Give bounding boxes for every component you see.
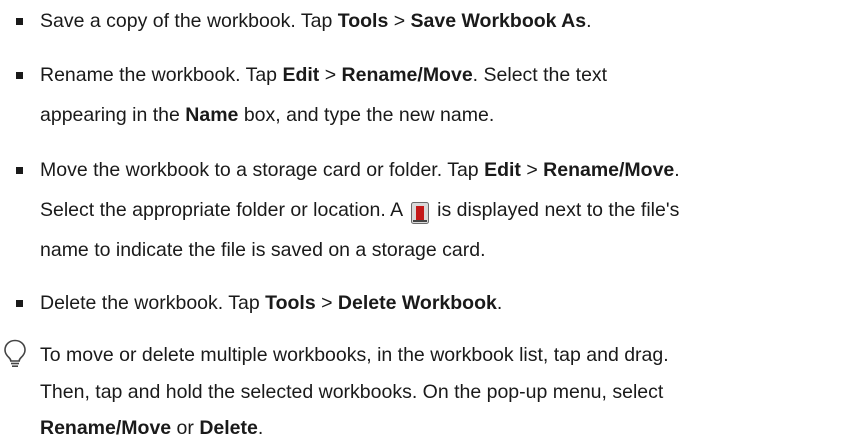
field-name-label: Name: [185, 104, 239, 126]
lightbulb-tip-icon: [3, 339, 27, 369]
text-line: Then, tap and hold the selected workbook…: [40, 374, 855, 411]
text-run: .: [496, 292, 503, 314]
bullet-marker: [16, 18, 23, 25]
text-run: >: [319, 64, 342, 86]
text-run: Then, tap and hold the selected workbook…: [40, 380, 664, 403]
storage-card-icon: [411, 198, 430, 224]
bullet-marker: [16, 72, 23, 79]
text-run: >: [315, 292, 338, 314]
text-run: box, and type the new name.: [238, 104, 495, 126]
command-rename-move: Rename/Move: [40, 417, 172, 439]
menu-name-edit: Edit: [484, 159, 521, 181]
text-run: or: [171, 417, 200, 439]
text-run: To move or delete multiple workbooks, in…: [40, 344, 669, 366]
bullet-item-save-copy: Save a copy of the workbook. Tap Tools >…: [16, 1, 855, 41]
bullet-marker: [16, 300, 23, 307]
bullet-marker: [16, 167, 23, 174]
bullet-item-rename: Rename the workbook. Tap Edit > Rename/M…: [16, 55, 855, 135]
text-line: Rename/Move or Delete.: [40, 410, 855, 447]
text-run: >: [388, 10, 411, 32]
text-line: name to indicate the file is saved on a …: [40, 230, 855, 270]
text-run: .: [674, 159, 680, 181]
command-delete: Delete: [199, 417, 258, 439]
text-run: .: [257, 417, 264, 439]
command-rename-move: Rename/Move: [543, 159, 675, 181]
text-line: appearing in the Name box, and type the …: [40, 95, 855, 135]
menu-name-tools: Tools: [337, 10, 389, 32]
text-run: Delete the workbook. Tap: [40, 292, 266, 314]
text-line: Rename the workbook. Tap Edit > Rename/M…: [40, 55, 855, 95]
text-line: Select the appropriate folder or locatio…: [40, 190, 855, 230]
document-page: Save a copy of the workbook. Tap Tools >…: [0, 0, 861, 447]
command-delete-workbook: Delete Workbook: [337, 292, 497, 314]
bullet-item-move: Move the workbook to a storage card or f…: [16, 150, 855, 270]
text-run: . Select the text: [472, 64, 608, 86]
text-run: name to indicate the file is saved on a …: [40, 239, 486, 261]
tip-note: To move or delete multiple workbooks, in…: [4, 337, 855, 447]
text-line: Move the workbook to a storage card or f…: [40, 150, 855, 190]
command-rename-move: Rename/Move: [341, 64, 473, 86]
command-save-workbook-as: Save Workbook As: [410, 10, 587, 32]
text-run: Rename the workbook. Tap: [40, 64, 283, 86]
text-run: Select the appropriate folder or locatio…: [40, 199, 404, 221]
text-line: To move or delete multiple workbooks, in…: [40, 337, 855, 374]
text-run: Save a copy of the workbook. Tap: [40, 10, 338, 32]
text-run: is displayed next to the file's: [437, 199, 680, 221]
text-run: appearing in the: [40, 104, 186, 126]
bullet-item-delete: Delete the workbook. Tap Tools > Delete …: [16, 283, 855, 323]
text-line: Delete the workbook. Tap Tools > Delete …: [40, 283, 855, 323]
text-line: Save a copy of the workbook. Tap Tools >…: [40, 1, 855, 41]
menu-name-tools: Tools: [265, 292, 316, 314]
text-run: Move the workbook to a storage card or f…: [40, 159, 485, 181]
text-run: .: [586, 10, 592, 32]
text-run: >: [520, 159, 544, 181]
menu-name-edit: Edit: [282, 64, 320, 86]
